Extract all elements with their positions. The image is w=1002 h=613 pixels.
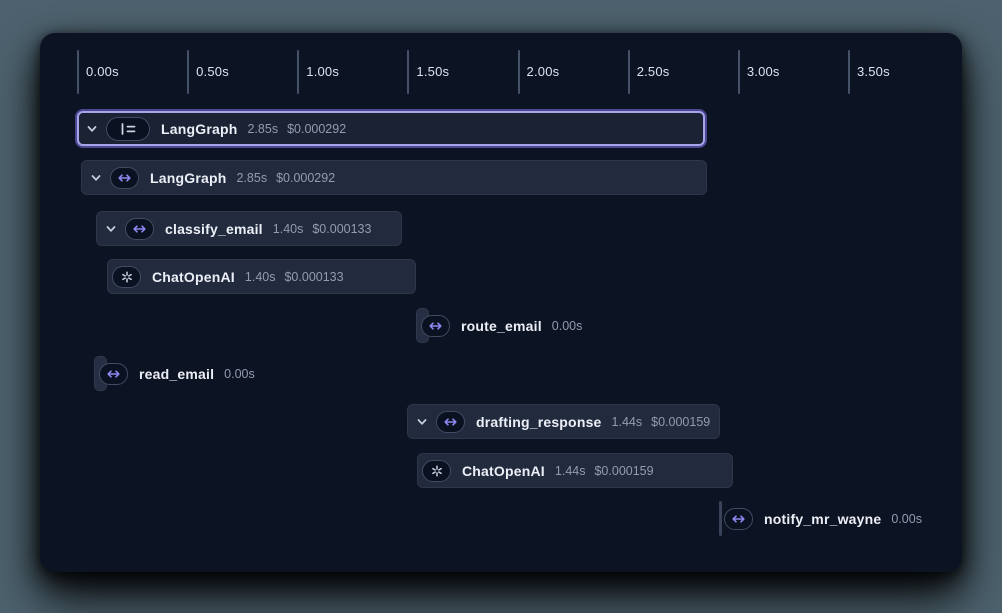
span-bar-classify_email[interactable] <box>96 211 402 246</box>
chevron-down-icon[interactable] <box>415 415 429 429</box>
ruler-tick-label: 3.50s <box>857 64 890 79</box>
span-duration: 0.00s <box>224 367 255 381</box>
span-bar-ChatOpenAI[interactable] <box>417 453 733 488</box>
trace-panel: 0.00s 0.50s 1.00s 1.50s 2.00s 2.50s 3.00s 3.50s… <box>40 33 962 572</box>
ruler-tick-label: 3.00s <box>747 64 780 79</box>
span-label: notify_mr_wayne <box>764 511 881 527</box>
span-row-read_email: read_email 0.00s <box>99 356 255 391</box>
span-bar-LangGraph[interactable] <box>81 160 707 195</box>
span-bar-drafting_response[interactable] <box>407 404 720 439</box>
span-row-notify_mr_wayne: notify_mr_wayne 0.00s <box>724 501 922 536</box>
ruler-tick <box>77 50 79 94</box>
ruler-tick <box>628 50 630 94</box>
double-arrow-icon <box>724 508 753 530</box>
ruler-tick-label: 0.00s <box>86 64 119 79</box>
ruler-tick-label: 1.00s <box>306 64 339 79</box>
span-bar-read_email[interactable] <box>94 356 107 391</box>
span-row-route_email: route_email 0.00s <box>421 308 582 343</box>
ruler-tick <box>738 50 740 94</box>
ruler-tick-label: 0.50s <box>196 64 229 79</box>
span-bar-route_email[interactable] <box>416 308 429 343</box>
ruler-tick <box>518 50 520 94</box>
ruler-tick <box>848 50 850 94</box>
chevron-down-icon[interactable] <box>85 122 99 136</box>
span-duration: 0.00s <box>891 512 922 526</box>
ruler-tick <box>297 50 299 94</box>
span-label: route_email <box>461 318 542 334</box>
ruler-tick <box>407 50 409 94</box>
span-label: read_email <box>139 366 214 382</box>
span-bar-ChatOpenAI[interactable] <box>107 259 416 294</box>
chevron-down-icon[interactable] <box>104 222 118 236</box>
ruler-tick <box>187 50 189 94</box>
ruler-tick-label: 2.50s <box>637 64 670 79</box>
chevron-down-icon[interactable] <box>89 171 103 185</box>
ruler-tick-label: 1.50s <box>416 64 449 79</box>
span-bar-LangGraph[interactable] <box>77 111 705 146</box>
ruler-tick-label: 2.00s <box>527 64 560 79</box>
span-duration: 0.00s <box>552 319 583 333</box>
span-bar-notify_mr_wayne[interactable] <box>719 501 722 536</box>
